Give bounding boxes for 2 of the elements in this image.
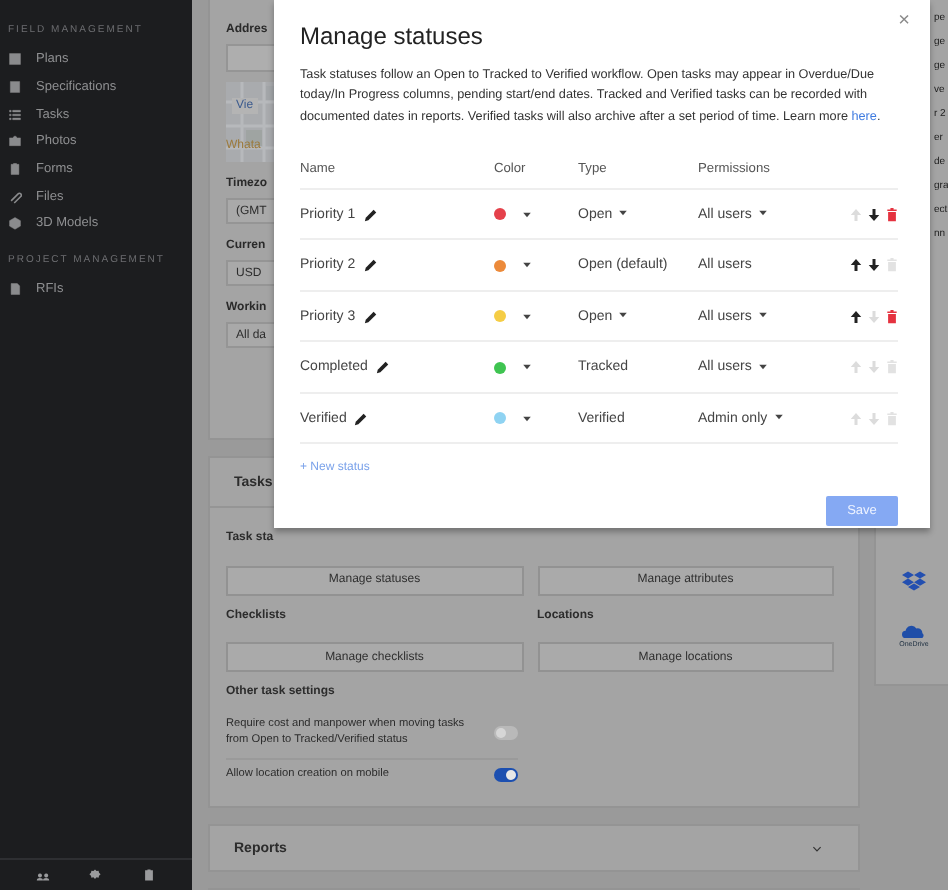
dialog-title: Manage statuses — [300, 22, 485, 50]
close-button[interactable]: × — [898, 10, 910, 32]
